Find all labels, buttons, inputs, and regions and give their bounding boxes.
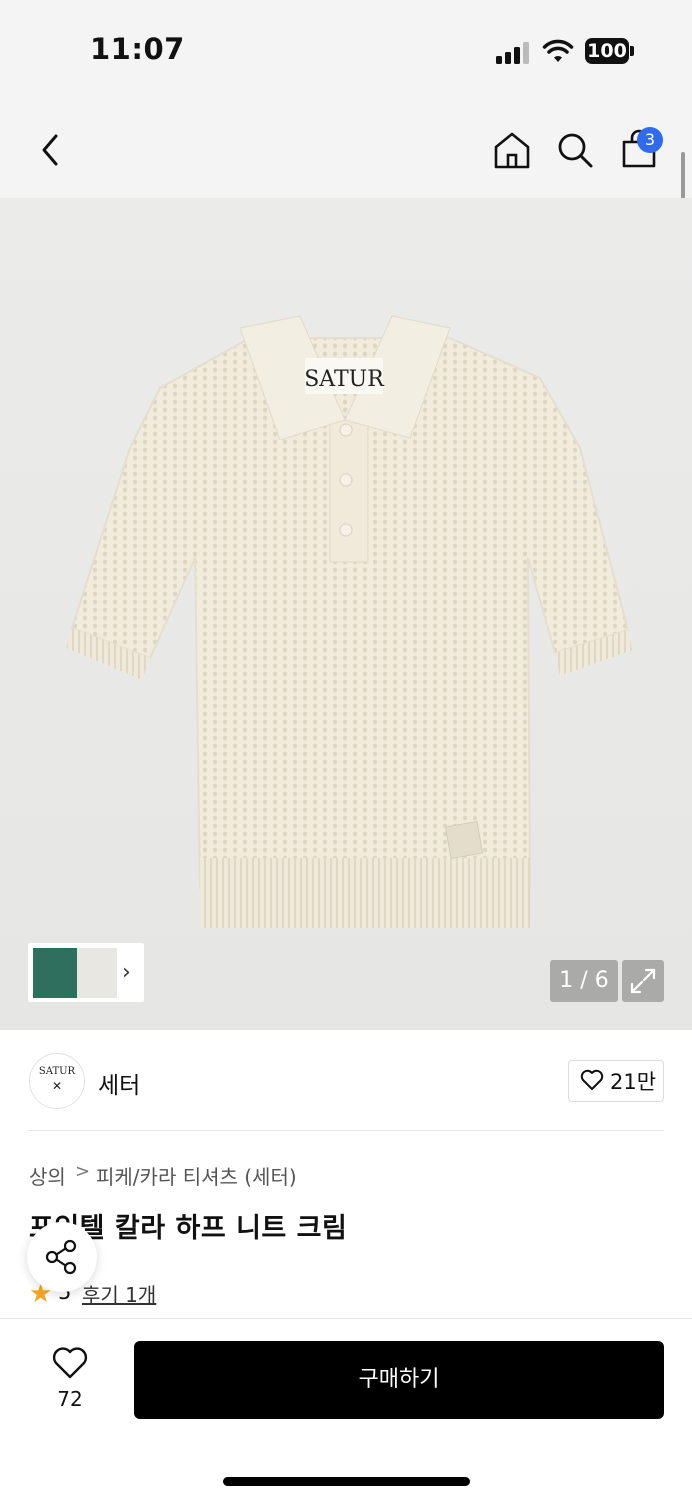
garment-label: SATUR xyxy=(304,367,385,392)
search-icon[interactable] xyxy=(556,131,594,169)
back-icon[interactable] xyxy=(36,132,64,168)
battery-icon: 100 xyxy=(585,38,629,64)
thumbnail-image[interactable] xyxy=(77,948,117,998)
knit-polo-illustration: SATUR xyxy=(66,315,632,928)
brand-name[interactable]: 세터 xyxy=(98,1066,140,1100)
divider xyxy=(28,1130,664,1131)
home-icon[interactable] xyxy=(492,130,532,170)
share-button[interactable] xyxy=(27,1222,97,1292)
heart-icon xyxy=(580,1069,604,1090)
battery-tip xyxy=(630,46,634,56)
battery-level: 100 xyxy=(587,40,627,62)
product-image[interactable]: SATUR xyxy=(0,198,692,1030)
thumbnail-image[interactable] xyxy=(33,948,77,998)
brand-logo-text: SATUR xyxy=(38,1066,76,1077)
image-counter: 1 / 6 xyxy=(550,960,618,1002)
chevron-right-icon[interactable]: › xyxy=(122,960,131,985)
breadcrumb-subcategory[interactable]: 피케/카라 티셔츠 (세터) xyxy=(96,1161,297,1190)
cart-count-badge: 3 xyxy=(637,127,663,153)
share-icon xyxy=(45,1239,77,1275)
breadcrumb-separator: > xyxy=(75,1161,91,1182)
wishlist-count: 72 xyxy=(57,1387,83,1411)
buy-button[interactable]: 구매하기 xyxy=(134,1341,664,1419)
brand-like-count: 21만 xyxy=(610,1070,657,1094)
wishlist-heart-icon[interactable] xyxy=(52,1346,88,1380)
breadcrumb-category[interactable]: 상의 xyxy=(29,1161,66,1190)
wifi-icon xyxy=(542,39,574,62)
home-indicator[interactable] xyxy=(223,1477,470,1486)
expand-icon[interactable] xyxy=(622,960,664,1002)
cellular-signal-icon xyxy=(496,42,532,64)
brand-logo-mark: ✕ xyxy=(51,1079,63,1093)
status-time: 11:07 xyxy=(90,32,185,66)
